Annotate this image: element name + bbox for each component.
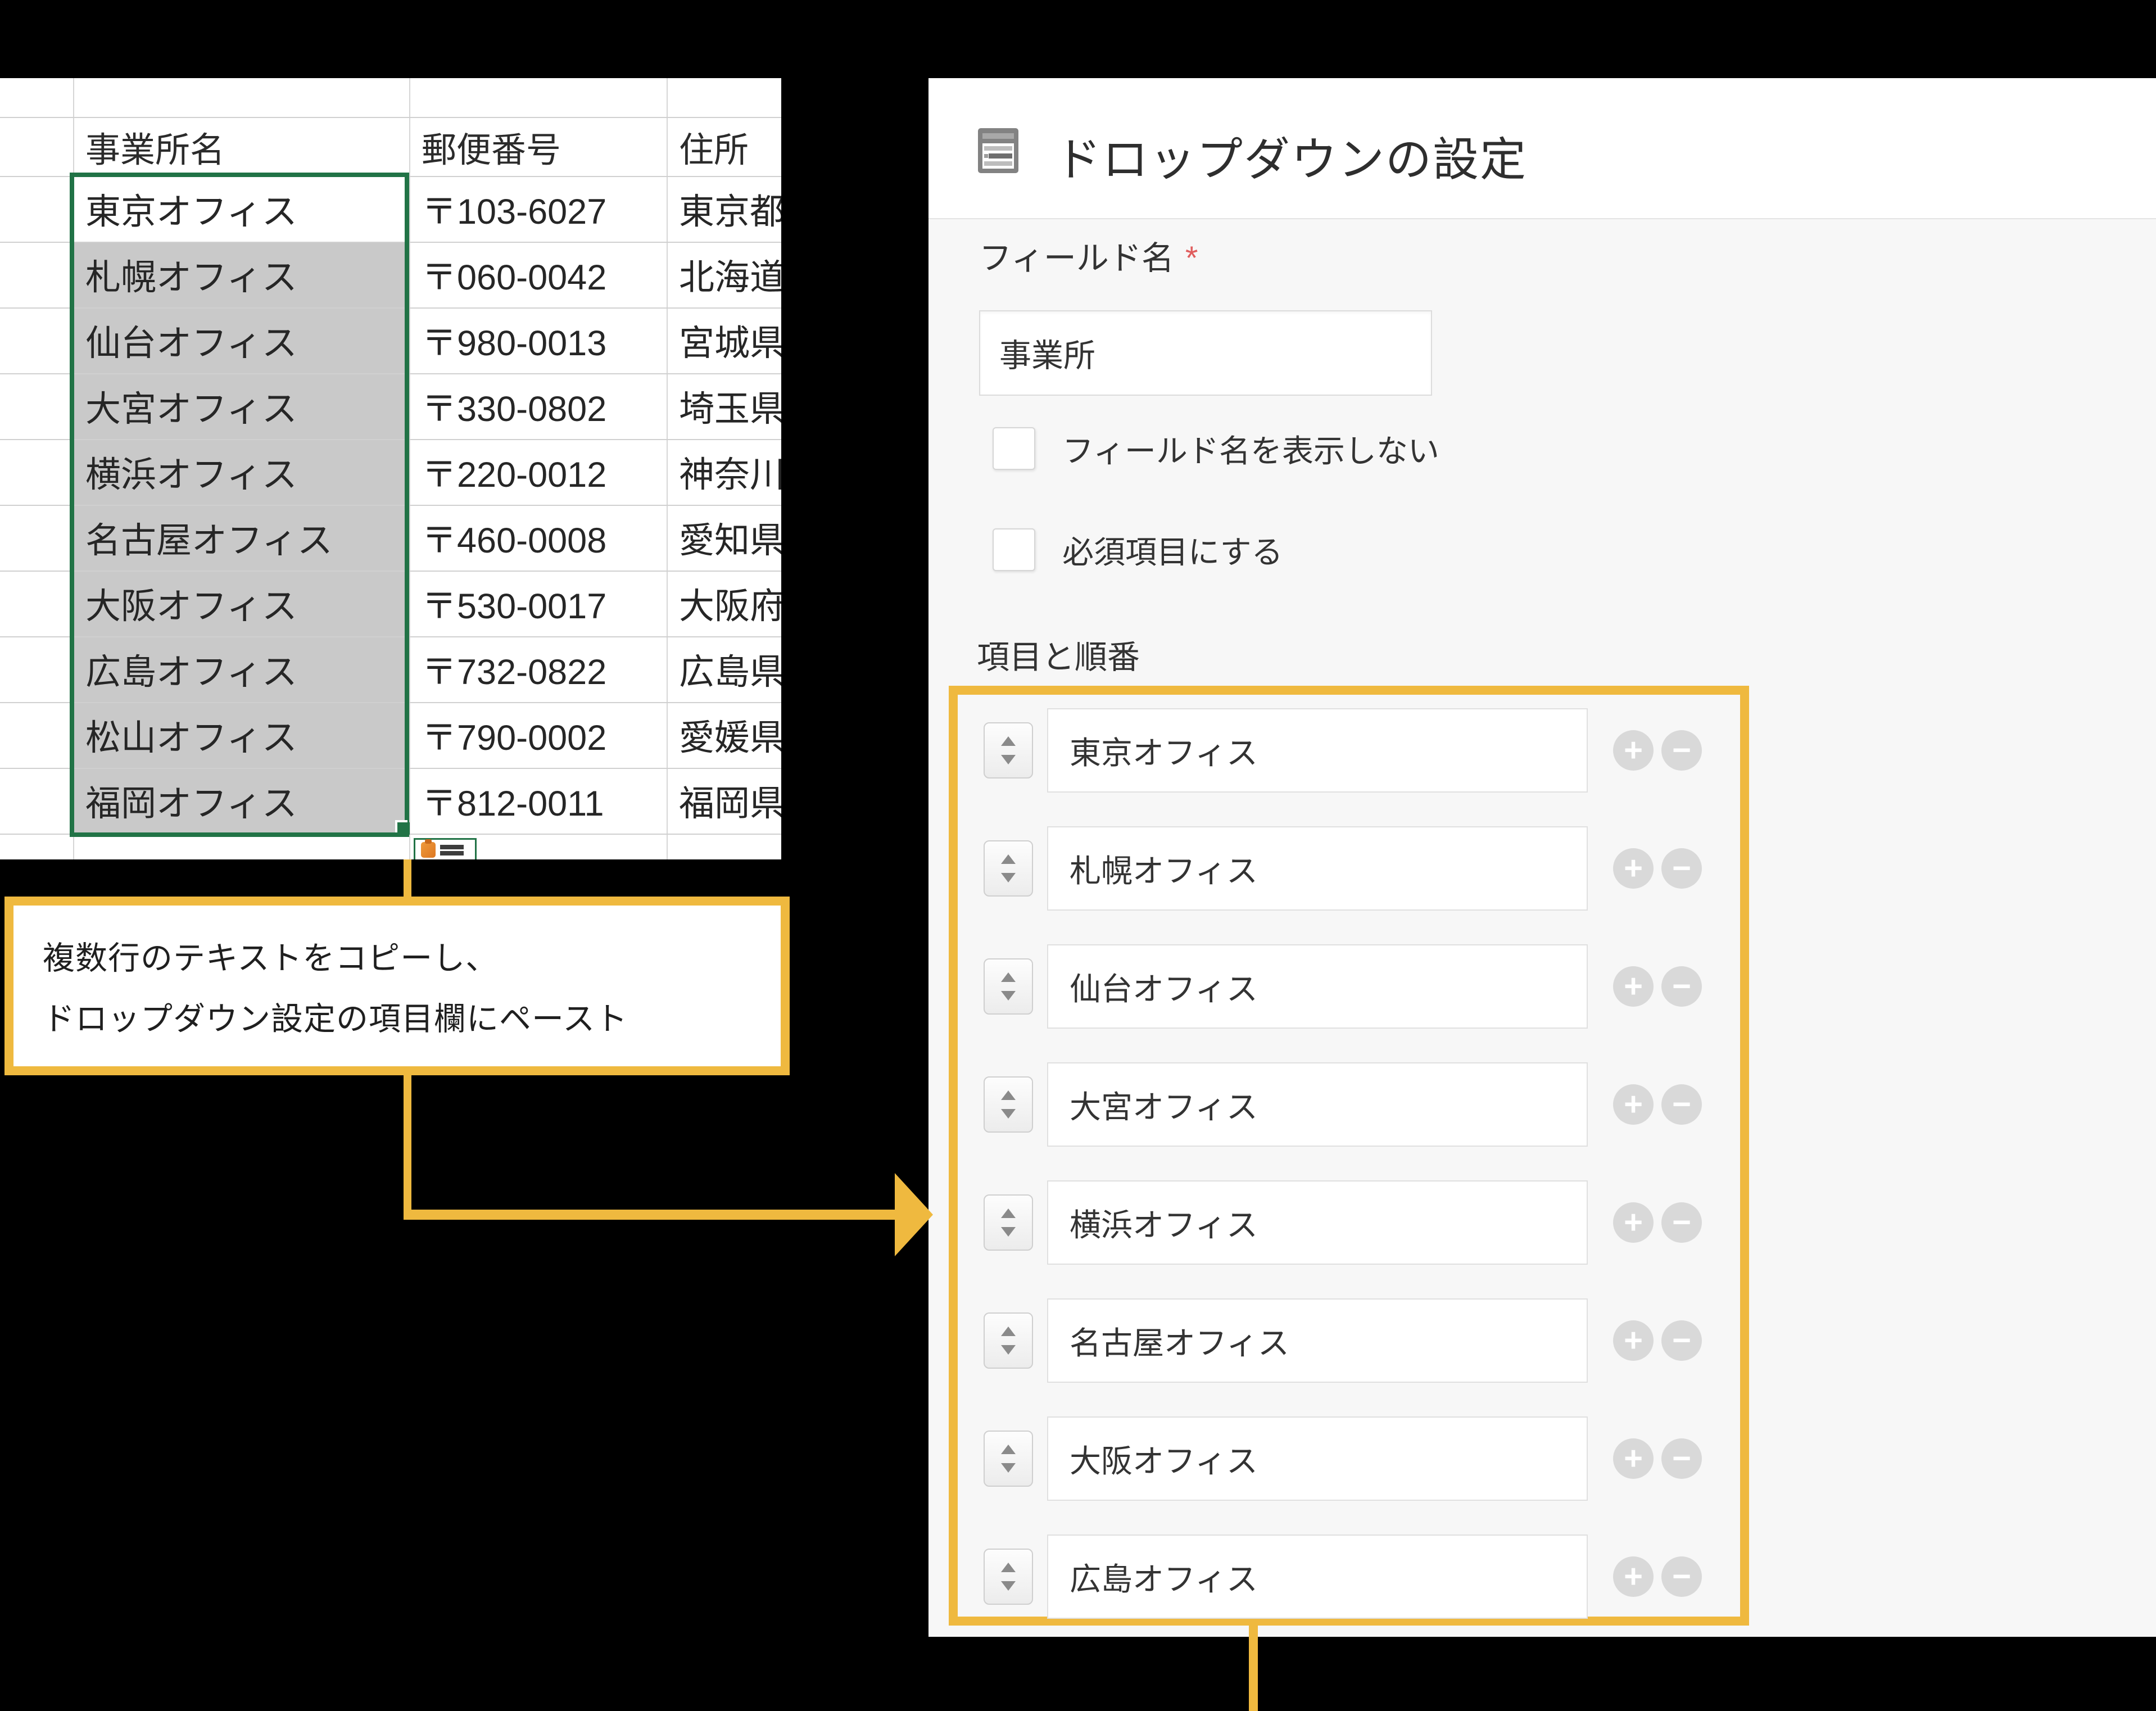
dropdown-field-icon (978, 128, 1018, 173)
spinner-up-icon[interactable] (1001, 1090, 1016, 1100)
connector-line-top (404, 859, 411, 899)
excel-spreadsheet: 事業所名郵便番号住所東京オフィス〒103-6027東京都札幌オフィス〒060-0… (0, 78, 781, 859)
required-label[interactable]: 必須項目にする (1062, 528, 1283, 571)
cell-postal[interactable]: 〒732-0822 (409, 636, 667, 702)
column-header[interactable]: 住所 (667, 117, 781, 176)
fill-handle[interactable] (397, 822, 410, 835)
cell-postal[interactable]: 〒980-0013 (409, 307, 667, 373)
panel-header: ドロップダウンの設定 (928, 78, 2156, 219)
annotation-line-2: ドロップダウン設定の項目欄にペースト (43, 993, 781, 1039)
column-header[interactable]: 事業所名 (73, 117, 409, 176)
item-input[interactable]: 横浜オフィス (1047, 1180, 1588, 1265)
reorder-spinner[interactable] (984, 840, 1033, 897)
remove-item-button[interactable]: − (1661, 848, 1702, 889)
annotation-box: 複数行のテキストをコピーし、 ドロップダウン設定の項目欄にペースト (4, 897, 790, 1075)
reorder-spinner[interactable] (984, 1312, 1033, 1369)
remove-item-button[interactable]: − (1661, 1202, 1702, 1243)
panel-title: ドロップダウンの設定 (1055, 122, 1527, 189)
selection-border (70, 173, 409, 837)
remove-item-button[interactable]: − (1661, 730, 1702, 771)
connector-line-bottom (1249, 1622, 1258, 1711)
cell-postal[interactable]: 〒330-0802 (409, 373, 667, 439)
add-item-button[interactable]: + (1613, 966, 1654, 1007)
connector-line-horizontal (404, 1210, 896, 1220)
connector-line-down (404, 1075, 411, 1220)
spinner-up-icon[interactable] (1001, 1445, 1016, 1454)
hide-field-name-checkbox[interactable] (993, 427, 1035, 470)
reorder-spinner[interactable] (984, 722, 1033, 778)
annotation-line-1: 複数行のテキストをコピーし、 (43, 933, 781, 979)
item-input[interactable]: 大阪オフィス (1047, 1416, 1588, 1501)
spinner-down-icon[interactable] (1001, 1581, 1016, 1591)
spinner-down-icon[interactable] (1001, 1109, 1016, 1119)
cell-address[interactable]: 宮城県 (667, 307, 781, 373)
spinner-up-icon[interactable] (1001, 1208, 1016, 1218)
item-input[interactable]: 札幌オフィス (1047, 826, 1588, 911)
add-item-button[interactable]: + (1613, 1202, 1654, 1243)
item-input[interactable]: 東京オフィス (1047, 708, 1588, 793)
add-item-button[interactable]: + (1613, 848, 1654, 889)
cell-address[interactable]: 大阪府 (667, 571, 781, 636)
cell-address[interactable]: 東京都 (667, 176, 781, 242)
cell-address[interactable]: 愛知県 (667, 505, 781, 571)
add-item-button[interactable]: + (1613, 1084, 1654, 1125)
spinner-up-icon[interactable] (1001, 1563, 1016, 1572)
spinner-down-icon[interactable] (1001, 755, 1016, 764)
cell-postal[interactable]: 〒460-0008 (409, 505, 667, 571)
cell-postal[interactable]: 〒812-0011 (409, 768, 667, 834)
spinner-down-icon[interactable] (1001, 1345, 1016, 1355)
field-name-input[interactable]: 事業所 (979, 310, 1432, 396)
item-input[interactable]: 大宮オフィス (1047, 1062, 1588, 1147)
reorder-spinner[interactable] (984, 958, 1033, 1015)
cell-address[interactable]: 神奈川 (667, 439, 781, 505)
column-header[interactable]: 郵便番号 (409, 117, 667, 176)
cell-postal[interactable]: 〒220-0012 (409, 439, 667, 505)
arrow-head-icon (895, 1173, 933, 1256)
add-item-button[interactable]: + (1613, 730, 1654, 771)
spinner-up-icon[interactable] (1001, 972, 1016, 982)
spinner-down-icon[interactable] (1001, 873, 1016, 882)
cell-address[interactable]: 愛媛県 (667, 702, 781, 768)
spinner-up-icon[interactable] (1001, 736, 1016, 746)
items-order-label: 項目と順番 (977, 641, 1140, 675)
item-input[interactable]: 広島オフィス (1047, 1535, 1588, 1619)
remove-item-button[interactable]: − (1661, 1084, 1702, 1125)
spinner-down-icon[interactable] (1001, 1227, 1016, 1237)
cell-address[interactable]: 広島県 (667, 636, 781, 702)
remove-item-button[interactable]: − (1661, 966, 1702, 1007)
spinner-up-icon[interactable] (1001, 854, 1016, 864)
add-item-button[interactable]: + (1613, 1556, 1654, 1597)
remove-item-button[interactable]: − (1661, 1556, 1702, 1597)
reorder-spinner[interactable] (984, 1194, 1033, 1251)
dropdown-settings-panel: ドロップダウンの設定 フィールド名* 事業所 フィールド名を表示しない 必須項目… (928, 78, 2156, 1637)
add-item-button[interactable]: + (1613, 1438, 1654, 1479)
required-asterisk: * (1185, 240, 1198, 277)
paste-options-button[interactable] (414, 838, 477, 859)
cell-postal[interactable]: 〒103-6027 (409, 176, 667, 242)
spinner-down-icon[interactable] (1001, 1463, 1016, 1473)
cell-postal[interactable]: 〒790-0002 (409, 702, 667, 768)
spinner-up-icon[interactable] (1001, 1327, 1016, 1336)
add-item-button[interactable]: + (1613, 1320, 1654, 1361)
item-input[interactable]: 名古屋オフィス (1047, 1298, 1588, 1383)
remove-item-button[interactable]: − (1661, 1320, 1702, 1361)
reorder-spinner[interactable] (984, 1431, 1033, 1487)
hide-field-name-label[interactable]: フィールド名を表示しない (1062, 427, 1439, 470)
cell-postal[interactable]: 〒530-0017 (409, 571, 667, 636)
remove-item-button[interactable]: − (1661, 1438, 1702, 1479)
item-input[interactable]: 仙台オフィス (1047, 944, 1588, 1029)
reorder-spinner[interactable] (984, 1549, 1033, 1605)
cell-postal[interactable]: 〒060-0042 (409, 242, 667, 307)
cell-address[interactable]: 福岡県 (667, 768, 781, 834)
clipboard-icon (421, 842, 436, 858)
cell-address[interactable]: 埼玉県 (667, 373, 781, 439)
clipboard-icon-lines (440, 843, 464, 857)
reorder-spinner[interactable] (984, 1076, 1033, 1133)
cell-address[interactable]: 北海道 (667, 242, 781, 307)
field-name-label: フィールド名* (979, 242, 1198, 275)
spinner-down-icon[interactable] (1001, 991, 1016, 1001)
required-checkbox[interactable] (993, 528, 1035, 571)
